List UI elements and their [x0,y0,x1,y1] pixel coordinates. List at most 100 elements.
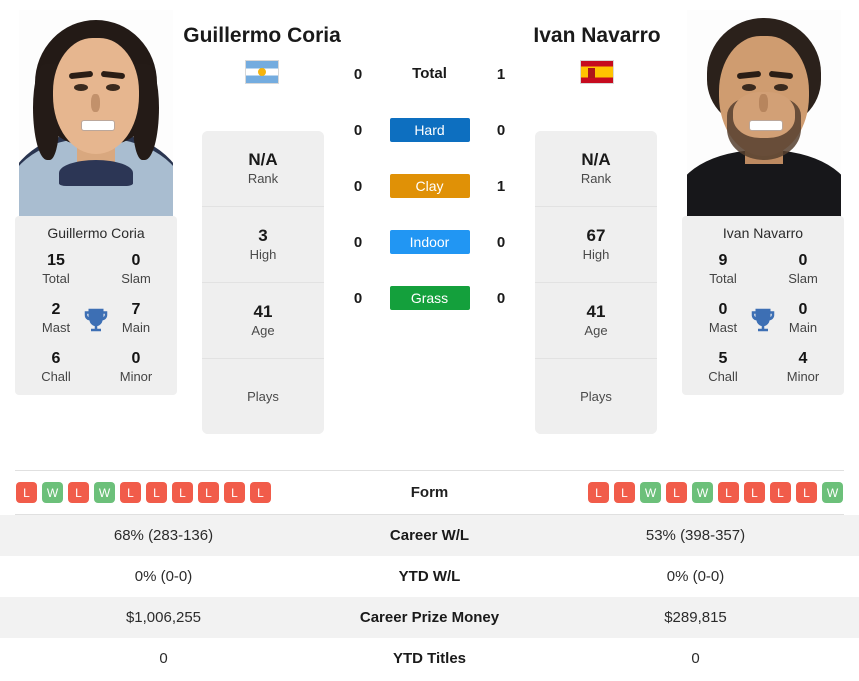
form-badge-loss: L [796,482,817,503]
h2h-surface-label: Indoor [368,230,491,254]
form-badge-loss: L [198,482,219,503]
plays-label: Plays [247,388,279,404]
surface-badge-grass: Grass [389,286,470,310]
h2h-right-count: 0 [496,233,506,251]
table-row: $1,006,255 Career Prize Money $289,815 [0,597,859,638]
table-row: 68% (283-136) Career W/L 53% (398-357) [0,515,859,556]
form-badge-loss: L [588,482,609,503]
form-badge-loss: L [68,482,89,503]
spain-flag-icon [580,60,614,84]
high-value: 67 [586,225,606,245]
player-info-right: N/A Rank 67 High 41 Age Plays [535,131,657,434]
stat-row: 9 Total 0 Slam [694,251,832,287]
player-portrait-coria [19,10,173,222]
high-label: High [249,246,277,262]
form-label: Form [410,484,449,501]
h2h-row-grass: 0 Grass 0 [348,284,511,312]
age-label: Age [584,322,608,338]
h2h-total-label: Total [412,65,447,82]
cell-left-value: 0% (0-0) [134,568,193,585]
info-rank-right: N/A Rank [535,131,657,207]
cell-right-value: 0% (0-0) [666,568,725,585]
h2h-row-indoor: 0 Indoor 0 [348,228,511,256]
h2h-left-count: 0 [353,177,363,195]
comparison-header: Guillermo Coria Ivan Navarro N/A Rank 3 … [0,0,859,468]
form-badges-right: LLWLWLLLLW [532,482,859,503]
h2h-left-count: 0 [353,233,363,251]
table-row: 0 YTD Titles 0 [0,638,859,679]
h2h-row-clay: 0 Clay 1 [348,172,511,200]
h2h-left-count: 0 [353,65,363,83]
head-to-head-panel: 0 Total 1 0 Hard 0 0 Clay 1 0 Indoor 0 0 Grass 0 [348,60,511,312]
cell-left-value: 0 [159,650,168,667]
stat-minor: 4 Minor [786,350,820,384]
cell-stat-label: YTD Titles [392,650,467,667]
stat-row: 2 Mast 7 Main [27,300,165,336]
form-row: LWLWLLLLLL Form LLWLWLLLLW [0,470,859,515]
rank-label: Rank [580,170,612,186]
h2h-left-count: 0 [353,121,363,139]
h2h-surface-label: Total [368,65,491,83]
age-value: 41 [253,301,273,321]
card-player-name: Guillermo Coria [47,225,145,241]
form-badge-loss: L [16,482,37,503]
h2h-right-count: 0 [496,289,506,307]
stat-row: 0 Mast 0 Main [694,300,832,336]
titles-card-right: Ivan Navarro 9 Total 0 Slam 0 Mast 0 Mai… [682,216,844,395]
high-label: High [582,246,610,262]
h2h-surface-label: Hard [368,118,491,142]
surface-badge-clay: Clay [389,174,470,198]
cell-stat-label: Career Prize Money [359,609,500,626]
info-age-right: 41 Age [535,283,657,359]
high-value: 3 [258,225,268,245]
form-badge-win: W [640,482,661,503]
table-row: 0% (0-0) YTD W/L 0% (0-0) [0,556,859,597]
info-high-left: 3 High [202,207,324,283]
cell-right-value: 53% (398-357) [645,527,746,544]
form-badge-loss: L [718,482,739,503]
card-player-name: Ivan Navarro [722,225,804,241]
form-badge-loss: L [666,482,687,503]
stat-main: 7 Main [121,301,151,335]
form-badge-loss: L [250,482,271,503]
player-portrait-navarro [687,10,841,222]
rank-value: N/A [581,149,611,169]
player-info-left: N/A Rank 3 High 41 Age Plays [202,131,324,434]
cell-stat-label: Career W/L [389,527,470,544]
cell-left-value: 68% (283-136) [113,527,214,544]
cell-stat-label: YTD W/L [398,568,461,585]
stat-chall: 6 Chall [41,350,71,384]
form-badge-win: W [94,482,115,503]
rank-label: Rank [247,170,279,186]
stat-main: 0 Main [788,301,818,335]
h2h-surface-label: Grass [368,286,491,310]
stat-row: 15 Total 0 Slam [27,251,165,287]
stat-minor: 0 Minor [119,350,153,384]
info-plays-left: Plays [202,359,324,434]
form-badge-loss: L [120,482,141,503]
stat-slam: 0 Slam [788,252,818,286]
surface-badge-indoor: Indoor [389,230,470,254]
age-label: Age [251,322,275,338]
h2h-row-total: 0 Total 1 [348,60,511,88]
info-plays-right: Plays [535,359,657,434]
cell-right-value: $289,815 [664,609,727,626]
stat-row: 6 Chall 0 Minor [27,349,165,385]
form-badge-loss: L [224,482,245,503]
form-badge-win: W [42,482,63,503]
stat-total: 9 Total [709,252,737,286]
argentina-flag-icon [245,60,279,84]
stat-slam: 0 Slam [121,252,151,286]
cell-left-value: $1,006,255 [125,609,202,626]
form-badge-loss: L [744,482,765,503]
h2h-left-count: 0 [353,289,363,307]
player-name-left: Guillermo Coria [183,24,341,47]
form-badge-loss: L [172,482,193,503]
info-high-right: 67 High [535,207,657,283]
stat-mast: 2 Mast [41,301,71,335]
player-name-right: Ivan Navarro [533,24,661,47]
age-value: 41 [586,301,606,321]
rank-value: N/A [248,149,278,169]
plays-label: Plays [580,388,612,404]
surface-badge-hard: Hard [389,118,470,142]
